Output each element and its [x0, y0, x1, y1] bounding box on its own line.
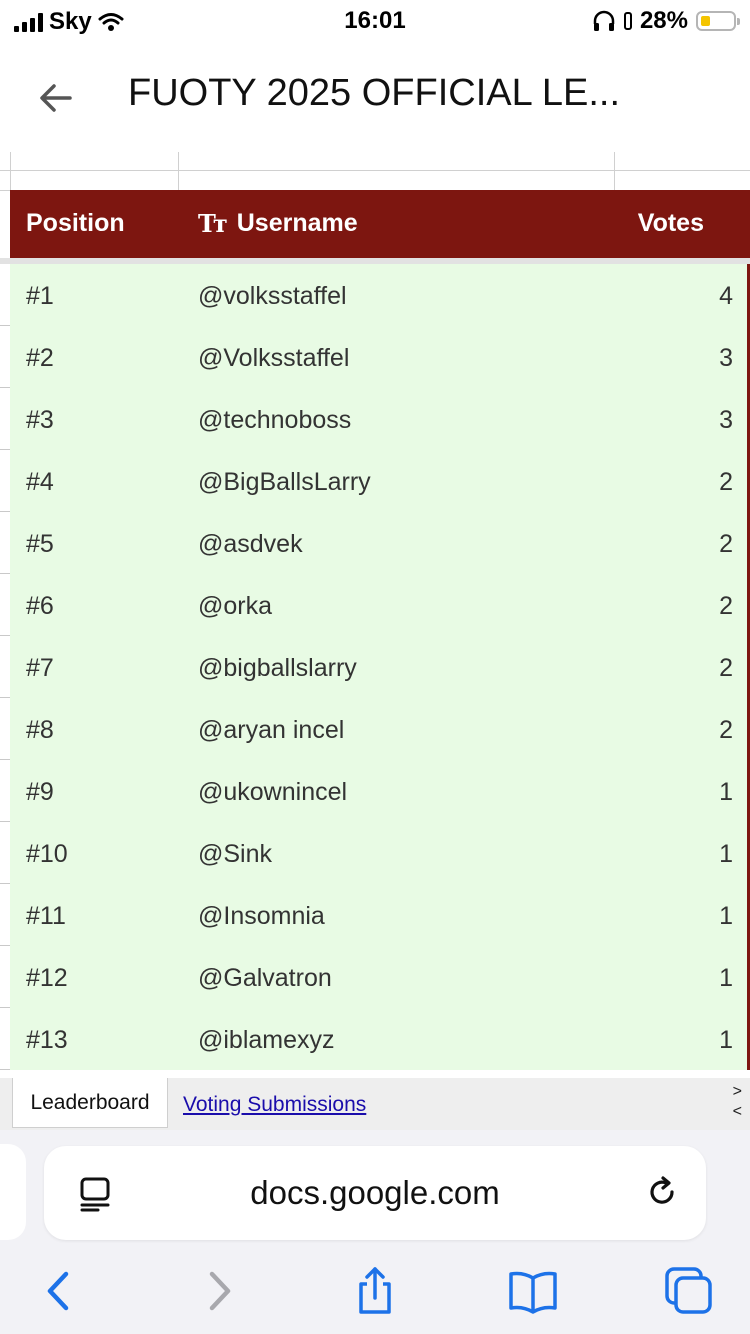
votes-cell[interactable]: 2 — [719, 592, 733, 621]
blank-row[interactable] — [0, 152, 750, 171]
leaderboard-table: #1 @volksstaffel 4 #2 @Volksstaffel 3 #3 @tec… — [10, 264, 750, 1070]
position-cell[interactable]: #2 — [26, 344, 54, 373]
url-text[interactable]: docs.google.com — [44, 1174, 706, 1212]
table-row[interactable]: #10 @Sink 1 — [10, 822, 747, 884]
table-row[interactable]: #2 @Volksstaffel 3 — [10, 326, 747, 388]
status-right: 28% — [592, 7, 740, 35]
address-bar[interactable]: docs.google.com — [44, 1146, 706, 1240]
username-cell[interactable]: @BigBallsLarry — [198, 468, 371, 497]
back-arrow-icon[interactable] — [36, 78, 76, 118]
username-cell[interactable]: @Insomnia — [198, 902, 325, 931]
document-title: FUOTY 2025 OFFICIAL LE... — [128, 72, 621, 114]
reload-icon[interactable] — [644, 1174, 680, 1210]
username-cell[interactable]: @asdvek — [198, 530, 303, 559]
lock-rotation-icon — [623, 12, 632, 30]
table-header-row: Position Tт Username Votes — [10, 190, 750, 258]
status-bar: Sky 16:01 28% — [0, 0, 750, 44]
votes-cell[interactable]: 3 — [719, 344, 733, 373]
tab-voting-submissions[interactable]: Voting Submissions — [183, 1093, 366, 1117]
votes-cell[interactable]: 2 — [719, 654, 733, 683]
position-cell[interactable]: #13 — [26, 1026, 68, 1055]
position-cell[interactable]: #6 — [26, 592, 54, 621]
header-username-label: Username — [236, 209, 358, 237]
username-cell[interactable]: @Sink — [198, 840, 272, 869]
votes-cell[interactable]: 1 — [719, 964, 733, 993]
votes-cell[interactable]: 1 — [719, 902, 733, 931]
sheet-tabs-bar: Leaderboard Voting Submissions > < — [0, 1078, 750, 1131]
votes-cell[interactable]: 2 — [719, 716, 733, 745]
position-cell[interactable]: #9 — [26, 778, 54, 807]
table-row[interactable]: #12 @Galvatron 1 — [10, 946, 747, 1008]
tab-scroll-arrows: > < — [733, 1082, 742, 1122]
grid-line — [10, 152, 11, 190]
position-cell[interactable]: #7 — [26, 654, 54, 683]
tab-next-button[interactable]: > — [733, 1082, 742, 1102]
votes-cell[interactable]: 1 — [719, 778, 733, 807]
bookmarks-icon[interactable] — [508, 1266, 558, 1316]
header-position[interactable]: Position — [26, 209, 125, 238]
headphones-icon — [593, 10, 615, 31]
nav-header: FUOTY 2025 OFFICIAL LE... — [0, 44, 750, 154]
position-cell[interactable]: #8 — [26, 716, 54, 745]
header-username[interactable]: Tт Username — [198, 209, 358, 238]
username-cell[interactable]: @volksstaffel — [198, 282, 347, 311]
votes-cell[interactable]: 3 — [719, 406, 733, 435]
position-cell[interactable]: #10 — [26, 840, 68, 869]
table-row[interactable]: #6 @orka 2 — [10, 574, 747, 636]
text-format-icon: Tт — [198, 209, 228, 238]
share-icon[interactable] — [350, 1266, 400, 1316]
position-cell[interactable]: #12 — [26, 964, 68, 993]
votes-cell[interactable]: 2 — [719, 530, 733, 559]
username-cell[interactable]: @orka — [198, 592, 272, 621]
table-row[interactable]: #3 @technoboss 3 — [10, 388, 747, 450]
username-cell[interactable]: @iblamexyz — [198, 1026, 335, 1055]
position-cell[interactable]: #3 — [26, 406, 54, 435]
row-gutter — [0, 264, 10, 1078]
username-cell[interactable]: @bigballslarry — [198, 654, 357, 683]
previous-tab-pill[interactable] — [0, 1144, 26, 1240]
battery-icon — [696, 11, 740, 31]
votes-cell[interactable]: 1 — [719, 1026, 733, 1055]
username-cell[interactable]: @technoboss — [198, 406, 351, 435]
header-votes[interactable]: Votes — [638, 209, 704, 238]
votes-cell[interactable]: 4 — [719, 282, 733, 311]
position-cell[interactable]: #4 — [26, 468, 54, 497]
tab-prev-button[interactable]: < — [733, 1102, 742, 1122]
votes-cell[interactable]: 1 — [719, 840, 733, 869]
battery-percent: 28% — [639, 7, 688, 34]
table-row[interactable]: #5 @asdvek 2 — [10, 512, 747, 574]
table-row[interactable]: #4 @BigBallsLarry 2 — [10, 450, 747, 512]
browser-forward-icon[interactable] — [194, 1266, 244, 1316]
position-cell[interactable]: #5 — [26, 530, 54, 559]
position-cell[interactable]: #11 — [26, 902, 66, 931]
blank-row[interactable] — [0, 170, 750, 191]
username-cell[interactable]: @ukownincel — [198, 778, 347, 807]
username-cell[interactable]: @aryan incel — [198, 716, 344, 745]
spreadsheet: Position Tт Username Votes #1 @volksstaff… — [0, 152, 750, 1078]
browser-toolbar — [0, 1266, 750, 1326]
browser-back-icon[interactable] — [34, 1266, 84, 1316]
tabs-icon[interactable] — [664, 1266, 714, 1316]
position-cell[interactable]: #1 — [26, 282, 54, 311]
votes-cell[interactable]: 2 — [719, 468, 733, 497]
table-row[interactable]: #1 @volksstaffel 4 — [10, 264, 747, 326]
table-row[interactable]: #9 @ukownincel 1 — [10, 760, 747, 822]
browser-bottom-bar: docs.google.com — [0, 1130, 750, 1334]
table-row[interactable]: #13 @iblamexyz 1 — [10, 1008, 747, 1070]
username-cell[interactable]: @Volksstaffel — [198, 344, 349, 373]
grid-line — [614, 152, 615, 190]
tab-leaderboard[interactable]: Leaderboard — [12, 1078, 168, 1128]
table-row[interactable]: #8 @aryan incel 2 — [10, 698, 747, 760]
table-row[interactable]: #11 @Insomnia 1 — [10, 884, 747, 946]
grid-line — [178, 152, 179, 190]
table-row[interactable]: #7 @bigballslarry 2 — [10, 636, 747, 698]
username-cell[interactable]: @Galvatron — [198, 964, 332, 993]
